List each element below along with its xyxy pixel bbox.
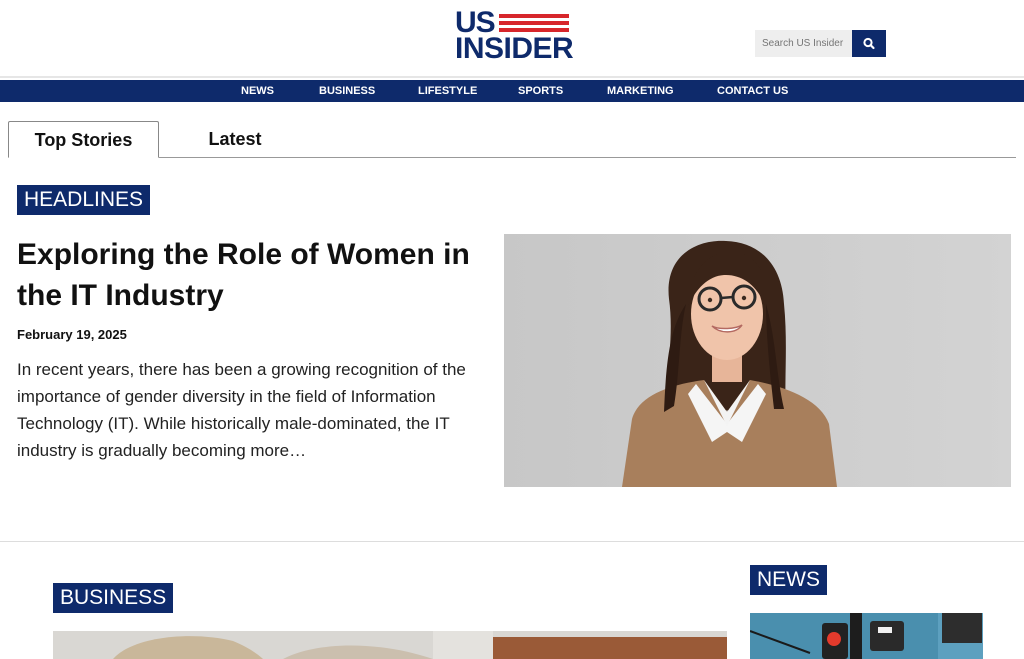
nav-item-sports[interactable]: SPORTS bbox=[518, 80, 563, 102]
news-article-image[interactable] bbox=[750, 613, 983, 659]
traffic-light-photo bbox=[750, 613, 983, 659]
logo-text-insider: INSIDER bbox=[455, 32, 574, 65]
section-divider bbox=[0, 541, 1024, 542]
search-input[interactable] bbox=[755, 30, 852, 57]
tab-top-stories[interactable]: Top Stories bbox=[8, 121, 159, 158]
business-section-label: BUSINESS bbox=[53, 583, 174, 613]
search-icon bbox=[863, 37, 875, 50]
business-article-image[interactable] bbox=[53, 631, 727, 659]
article-hero-image[interactable] bbox=[504, 234, 1011, 487]
site-logo[interactable]: US INSIDER bbox=[455, 8, 574, 65]
search-button[interactable] bbox=[852, 30, 886, 57]
article-headline[interactable]: Exploring the Role of Women in the IT In… bbox=[17, 234, 487, 316]
article-excerpt: In recent years, there has been a growin… bbox=[17, 360, 466, 460]
news-section-label: NEWS bbox=[750, 565, 827, 595]
nav-item-marketing[interactable]: MARKETING bbox=[607, 80, 674, 102]
headlines-section-label: HEADLINES bbox=[17, 185, 151, 215]
article-date: February 19, 2025 bbox=[17, 327, 127, 342]
tab-latest[interactable]: Latest bbox=[160, 121, 310, 158]
main-nav: NEWS BUSINESS LIFESTYLE SPORTS MARKETING… bbox=[0, 80, 1024, 102]
business-photo bbox=[53, 631, 727, 659]
nav-item-lifestyle[interactable]: LIFESTYLE bbox=[418, 80, 477, 102]
search-form bbox=[755, 30, 886, 57]
nav-item-business[interactable]: BUSINESS bbox=[319, 80, 375, 102]
nav-item-news[interactable]: NEWS bbox=[241, 80, 274, 102]
woman-portrait-image bbox=[504, 234, 1011, 487]
nav-item-contact-us[interactable]: CONTACT US bbox=[717, 80, 788, 102]
site-header: US INSIDER bbox=[0, 0, 1024, 78]
